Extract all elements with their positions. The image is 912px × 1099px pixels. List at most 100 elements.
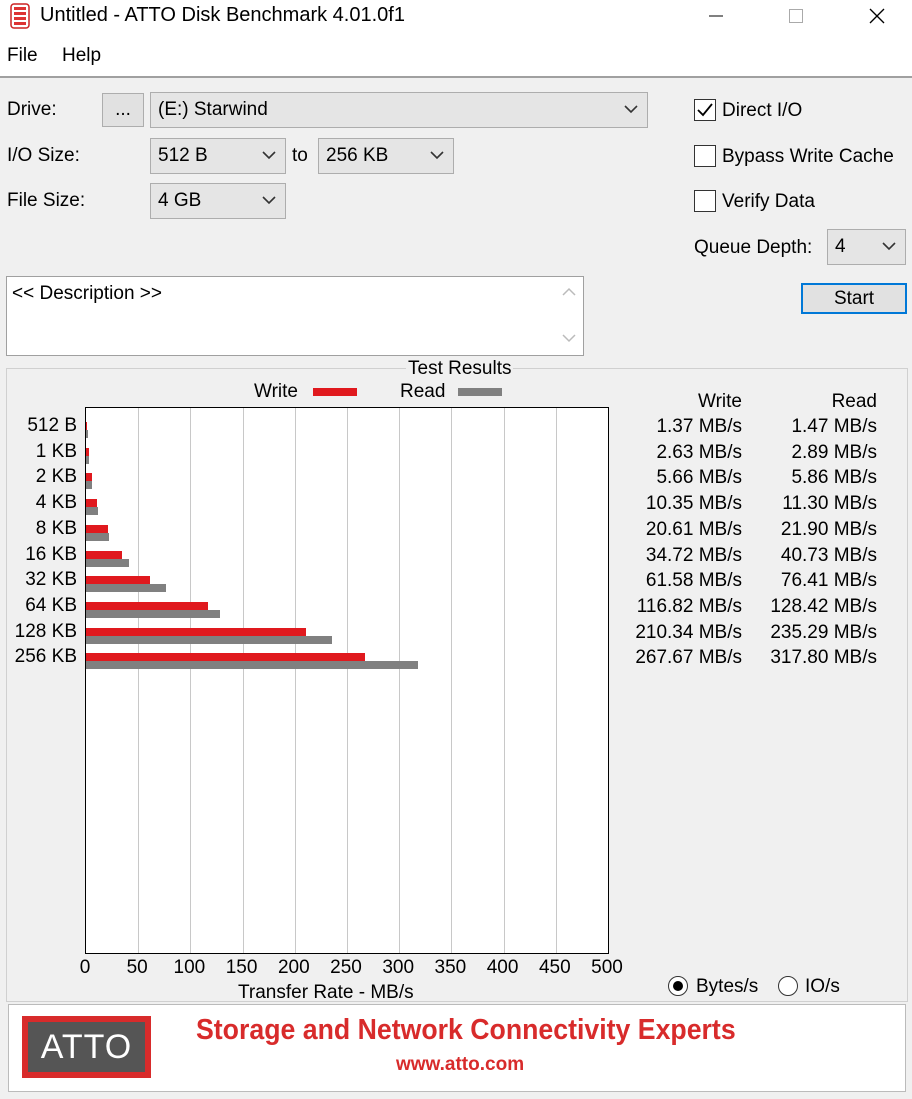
grid-line: [242, 408, 244, 953]
queue-depth-select[interactable]: 4: [827, 229, 906, 265]
chevron-down-icon: [624, 105, 638, 114]
bar-write-64kb: [86, 601, 208, 610]
close-icon: [869, 8, 885, 24]
io-per-sec-label: IO/s: [805, 976, 840, 997]
y-tick-label: 256 KB: [14, 646, 77, 668]
bar-write-4kb: [86, 499, 97, 508]
write-value: 210.34 MB/s: [635, 621, 742, 643]
grid-line: [399, 408, 401, 953]
grid-line: [503, 408, 505, 953]
bytes-per-sec-radio[interactable]: [668, 976, 688, 996]
y-tick-label: 32 KB: [25, 569, 77, 591]
bytes-per-sec-label: Bytes/s: [696, 976, 759, 997]
read-value: 5.86 MB/s: [791, 467, 877, 489]
direct-io-label: Direct I/O: [722, 100, 803, 121]
description-scrollbar[interactable]: [556, 278, 582, 354]
io-size-from-value: 512 B: [158, 145, 208, 166]
write-column-header: Write: [698, 391, 742, 412]
io-size-from-select[interactable]: 512 B: [150, 138, 286, 174]
queue-depth-value: 4: [835, 236, 846, 257]
grid-line: [555, 408, 557, 953]
read-value: 11.30 MB/s: [782, 493, 877, 515]
x-axis-title: Transfer Rate - MB/s: [238, 982, 414, 1003]
drive-label: Drive:: [7, 99, 57, 120]
y-tick-label: 2 KB: [35, 466, 77, 488]
x-tick-label: 250: [330, 957, 362, 978]
grid-line: [347, 408, 348, 953]
chevron-down-icon: [430, 151, 444, 160]
read-value: 2.89 MB/s: [791, 441, 877, 463]
direct-io-checkbox[interactable]: [694, 99, 716, 121]
window-title: Untitled - ATTO Disk Benchmark 4.01.0f1: [40, 4, 405, 26]
y-tick-label: 1 KB: [35, 440, 77, 462]
io-size-to-select[interactable]: 256 KB: [318, 138, 454, 174]
atto-logo: ATTO: [22, 1016, 151, 1078]
minimize-button[interactable]: [693, 0, 739, 32]
x-tick-label: 100: [173, 957, 206, 978]
bar-write-32kb: [86, 576, 151, 585]
x-tick-label: 450: [538, 957, 571, 978]
banner-url[interactable]: www.atto.com: [396, 1054, 524, 1076]
maximize-icon: [789, 9, 803, 23]
read-value: 1.47 MB/s: [791, 416, 877, 437]
y-tick-label: 128 KB: [14, 620, 77, 642]
legend-read-label: Read: [400, 381, 446, 402]
bypass-write-cache-checkbox[interactable]: [694, 145, 716, 167]
x-tick-label: 400: [486, 957, 519, 978]
bar-read-32kb: [86, 584, 166, 593]
bypass-write-cache-label: Bypass Write Cache: [722, 146, 894, 167]
write-value: 20.61 MB/s: [645, 518, 742, 540]
chevron-down-icon: [882, 242, 896, 251]
bar-write-8kb: [86, 524, 108, 533]
bar-read-256kb: [86, 661, 418, 670]
grid-line: [451, 408, 453, 953]
legend-read-swatch: [458, 388, 502, 396]
bar-read-512b: [86, 430, 88, 438]
menu-file[interactable]: File: [7, 45, 38, 67]
io-size-label: I/O Size:: [7, 145, 80, 166]
write-value: 5.66 MB/s: [656, 467, 742, 489]
close-button[interactable]: [854, 0, 900, 32]
checkmark-icon: [697, 103, 713, 117]
bar-read-16kb: [86, 558, 129, 567]
x-tick-label: 200: [277, 957, 310, 978]
menu-help[interactable]: Help: [62, 45, 101, 67]
file-size-label: File Size:: [7, 190, 86, 211]
browse-button[interactable]: ...: [102, 93, 144, 127]
write-value: 116.82 MB/s: [636, 595, 742, 617]
file-size-value: 4 GB: [158, 190, 202, 211]
bar-read-2kb: [86, 481, 93, 490]
io-per-sec-radio[interactable]: [778, 976, 798, 996]
read-value: 21.90 MB/s: [780, 518, 877, 540]
verify-data-checkbox[interactable]: [694, 190, 716, 212]
grid-line: [190, 408, 192, 953]
queue-depth-label: Queue Depth:: [694, 237, 813, 258]
to-label: to: [292, 145, 308, 166]
write-value: 267.67 MB/s: [635, 647, 742, 669]
write-value: 1.37 MB/s: [656, 416, 742, 437]
start-button[interactable]: Start: [801, 283, 907, 314]
bar-read-8kb: [86, 532, 109, 541]
grid-line: [138, 408, 140, 953]
write-value: 61.58 MB/s: [645, 570, 742, 592]
x-tick-label: 150: [225, 957, 258, 978]
grid-line: [294, 408, 296, 953]
drive-value: (E:) Starwind: [158, 99, 268, 120]
file-size-select[interactable]: 4 GB: [150, 183, 286, 219]
atto-logo-text: ATTO: [40, 1027, 133, 1066]
maximize-button[interactable]: [773, 0, 819, 32]
bar-read-64kb: [86, 609, 221, 618]
x-tick-label: 50: [126, 957, 148, 978]
verify-data-label: Verify Data: [722, 191, 815, 212]
bar-write-128kb: [86, 627, 306, 636]
write-value: 10.35 MB/s: [645, 493, 742, 515]
minimize-icon: [709, 15, 723, 17]
y-tick-label: 16 KB: [25, 543, 77, 565]
menu-bar: [0, 32, 912, 78]
read-value: 40.73 MB/s: [780, 544, 877, 566]
bar-write-2kb: [86, 473, 92, 482]
drive-select[interactable]: (E:) Starwind: [150, 92, 648, 128]
bar-write-256kb: [86, 653, 366, 662]
x-tick-label: 500: [591, 957, 623, 978]
x-tick-label: 350: [434, 957, 467, 978]
